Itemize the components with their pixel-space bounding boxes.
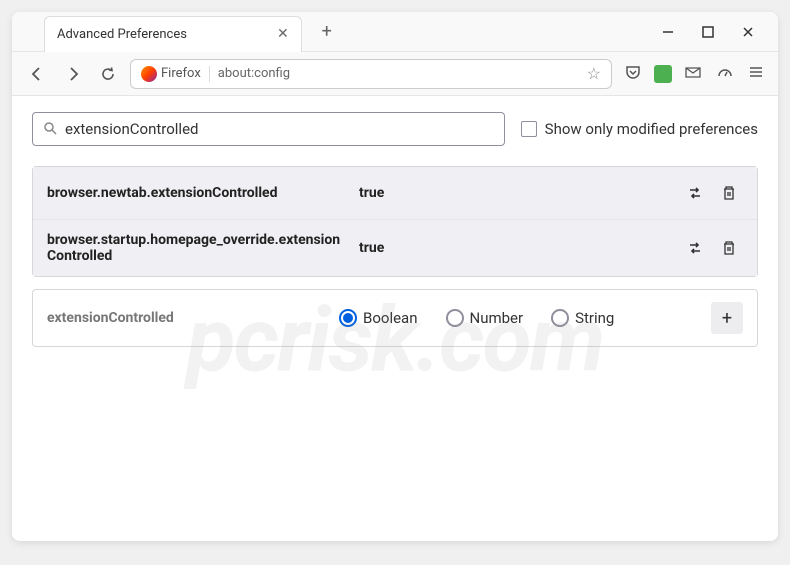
checkbox-icon[interactable] — [521, 121, 537, 137]
pref-row: browser.startup.homepage_override.extens… — [33, 220, 757, 276]
pref-value: true — [359, 240, 669, 256]
minimize-button[interactable] — [658, 22, 678, 42]
window-controls — [638, 22, 778, 42]
close-window-button[interactable] — [738, 22, 758, 42]
toggle-button[interactable] — [681, 179, 709, 207]
forward-button[interactable] — [60, 61, 86, 87]
radio-icon — [551, 309, 569, 327]
extension-icon[interactable] — [654, 65, 672, 83]
firefox-logo-icon — [141, 66, 157, 82]
radio-string[interactable]: String — [551, 309, 614, 327]
new-tab-button[interactable]: + — [314, 17, 340, 46]
radio-label: Number — [470, 309, 524, 327]
pref-actions — [681, 179, 743, 207]
mail-icon[interactable] — [682, 61, 704, 87]
add-button[interactable]: + — [711, 302, 743, 334]
search-row: Show only modified preferences — [32, 112, 758, 146]
new-pref-name: extensionControlled — [47, 310, 327, 326]
tab-title: Advanced Preferences — [57, 27, 187, 42]
pocket-icon[interactable] — [622, 61, 644, 87]
menu-button[interactable] — [746, 62, 766, 86]
pref-row: browser.newtab.extensionControlled true — [33, 167, 757, 220]
toggle-button[interactable] — [681, 234, 709, 262]
bookmark-star-icon[interactable]: ☆ — [587, 64, 601, 83]
pref-value: true — [359, 185, 669, 201]
toolbar: Firefox about:config ☆ — [12, 52, 778, 96]
delete-button[interactable] — [715, 234, 743, 262]
search-input[interactable] — [65, 120, 494, 138]
pref-actions — [681, 234, 743, 262]
titlebar: Advanced Preferences ✕ + — [12, 12, 778, 52]
radio-icon — [339, 309, 357, 327]
pref-name: browser.newtab.extensionControlled — [47, 185, 347, 201]
close-icon[interactable]: ✕ — [277, 26, 289, 42]
radio-label: Boolean — [363, 309, 418, 327]
modified-only-checkbox[interactable]: Show only modified preferences — [521, 120, 758, 138]
url-bar[interactable]: Firefox about:config ☆ — [130, 59, 612, 89]
search-icon — [43, 120, 57, 139]
type-radio-group: Boolean Number String — [339, 309, 699, 327]
url-text: about:config — [218, 66, 579, 81]
maximize-button[interactable] — [698, 22, 718, 42]
radio-boolean[interactable]: Boolean — [339, 309, 418, 327]
tab-active[interactable]: Advanced Preferences ✕ — [44, 16, 302, 52]
radio-label: String — [575, 309, 614, 327]
pref-list: browser.newtab.extensionControlled true … — [32, 166, 758, 277]
reload-button[interactable] — [96, 62, 120, 86]
radio-icon — [446, 309, 464, 327]
radio-number[interactable]: Number — [446, 309, 524, 327]
firefox-brand: Firefox — [141, 66, 210, 82]
search-box[interactable] — [32, 112, 505, 146]
tab-strip: Advanced Preferences ✕ + — [12, 12, 638, 52]
browser-window: Advanced Preferences ✕ + Firefox about:c… — [12, 12, 778, 541]
checkbox-label: Show only modified preferences — [545, 120, 758, 138]
brand-label: Firefox — [161, 66, 201, 81]
dashboard-icon[interactable] — [714, 61, 736, 87]
back-button[interactable] — [24, 61, 50, 87]
pref-name: browser.startup.homepage_override.extens… — [47, 232, 347, 264]
content-area: Show only modified preferences browser.n… — [12, 96, 778, 541]
delete-button[interactable] — [715, 179, 743, 207]
new-pref-row: extensionControlled Boolean Number Strin… — [32, 289, 758, 347]
